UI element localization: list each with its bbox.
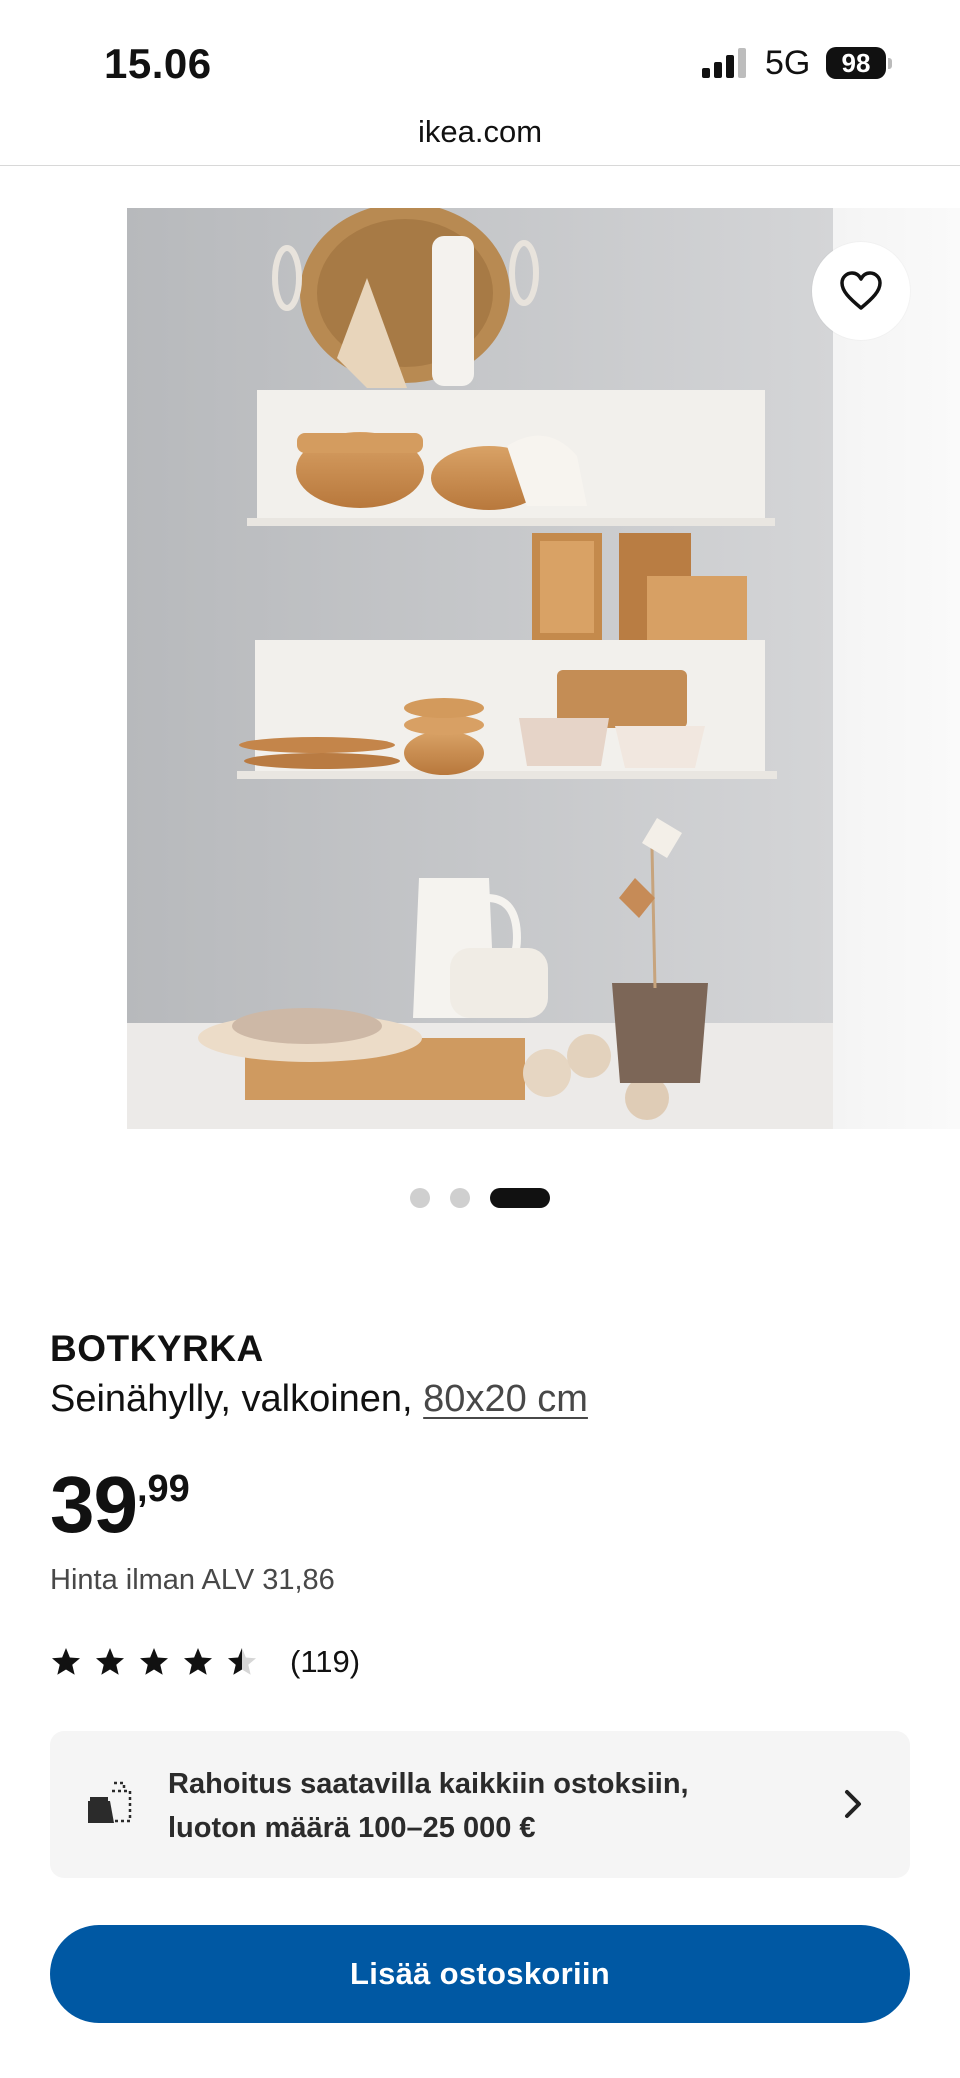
product-description-text: Seinähylly, valkoinen, <box>50 1378 424 1420</box>
rating-row[interactable]: (119) <box>50 1644 360 1680</box>
battery-tip <box>888 58 892 69</box>
pager-dot-active[interactable] <box>490 1188 550 1208</box>
product-size-link[interactable]: 80x20 cm <box>423 1378 588 1420</box>
chevron-right-icon <box>845 1790 861 1818</box>
financing-text: Rahoitus saatavilla kaikkiin ostoksiin, … <box>168 1762 768 1850</box>
review-count: (119) <box>290 1644 361 1679</box>
product-price: 39,99 <box>50 1460 190 1550</box>
price-integer: 39 <box>50 1460 138 1549</box>
next-image-peek <box>833 208 960 1129</box>
network-type: 5G <box>765 44 811 82</box>
battery-indicator: 98 <box>826 47 892 79</box>
pager-dot[interactable] <box>410 1188 430 1208</box>
favorite-button[interactable] <box>812 242 910 340</box>
pager-dot[interactable] <box>450 1188 470 1208</box>
address-bar[interactable]: ikea.com <box>0 110 960 166</box>
product-photo-illustration <box>127 208 833 1129</box>
star-icon <box>184 1648 212 1675</box>
product-description: Seinähylly, valkoinen, 80x20 cm <box>50 1378 588 1421</box>
product-name: BOTKYRKA <box>50 1328 264 1369</box>
star-icon <box>140 1648 168 1675</box>
cash-register-icon <box>88 1781 132 1823</box>
battery-level: 98 <box>826 47 886 79</box>
status-time: 15.06 <box>104 40 212 87</box>
star-icon <box>96 1648 124 1675</box>
status-bar: 15.06 5G 98 <box>0 0 960 110</box>
financing-banner[interactable]: Rahoitus saatavilla kaikkiin ostoksiin, … <box>50 1731 910 1878</box>
heart-outline-icon <box>840 271 882 310</box>
image-pager <box>0 1186 960 1210</box>
product-image[interactable] <box>127 208 833 1129</box>
signal-icon <box>702 48 746 78</box>
url-text: ikea.com <box>417 114 543 149</box>
financing-line-2: luoton määrä 100–25 000 € <box>168 1812 536 1844</box>
price-without-vat: Hinta ilman ALV 31,86 <box>50 1564 335 1596</box>
financing-line-1: Rahoitus saatavilla kaikkiin ostoksiin, <box>168 1768 689 1800</box>
star-icon <box>52 1648 80 1675</box>
add-to-cart-button[interactable]: Lisää ostoskoriin <box>50 1925 910 2023</box>
star-half-icon <box>228 1648 256 1675</box>
price-decimal: ,99 <box>136 1468 190 1510</box>
